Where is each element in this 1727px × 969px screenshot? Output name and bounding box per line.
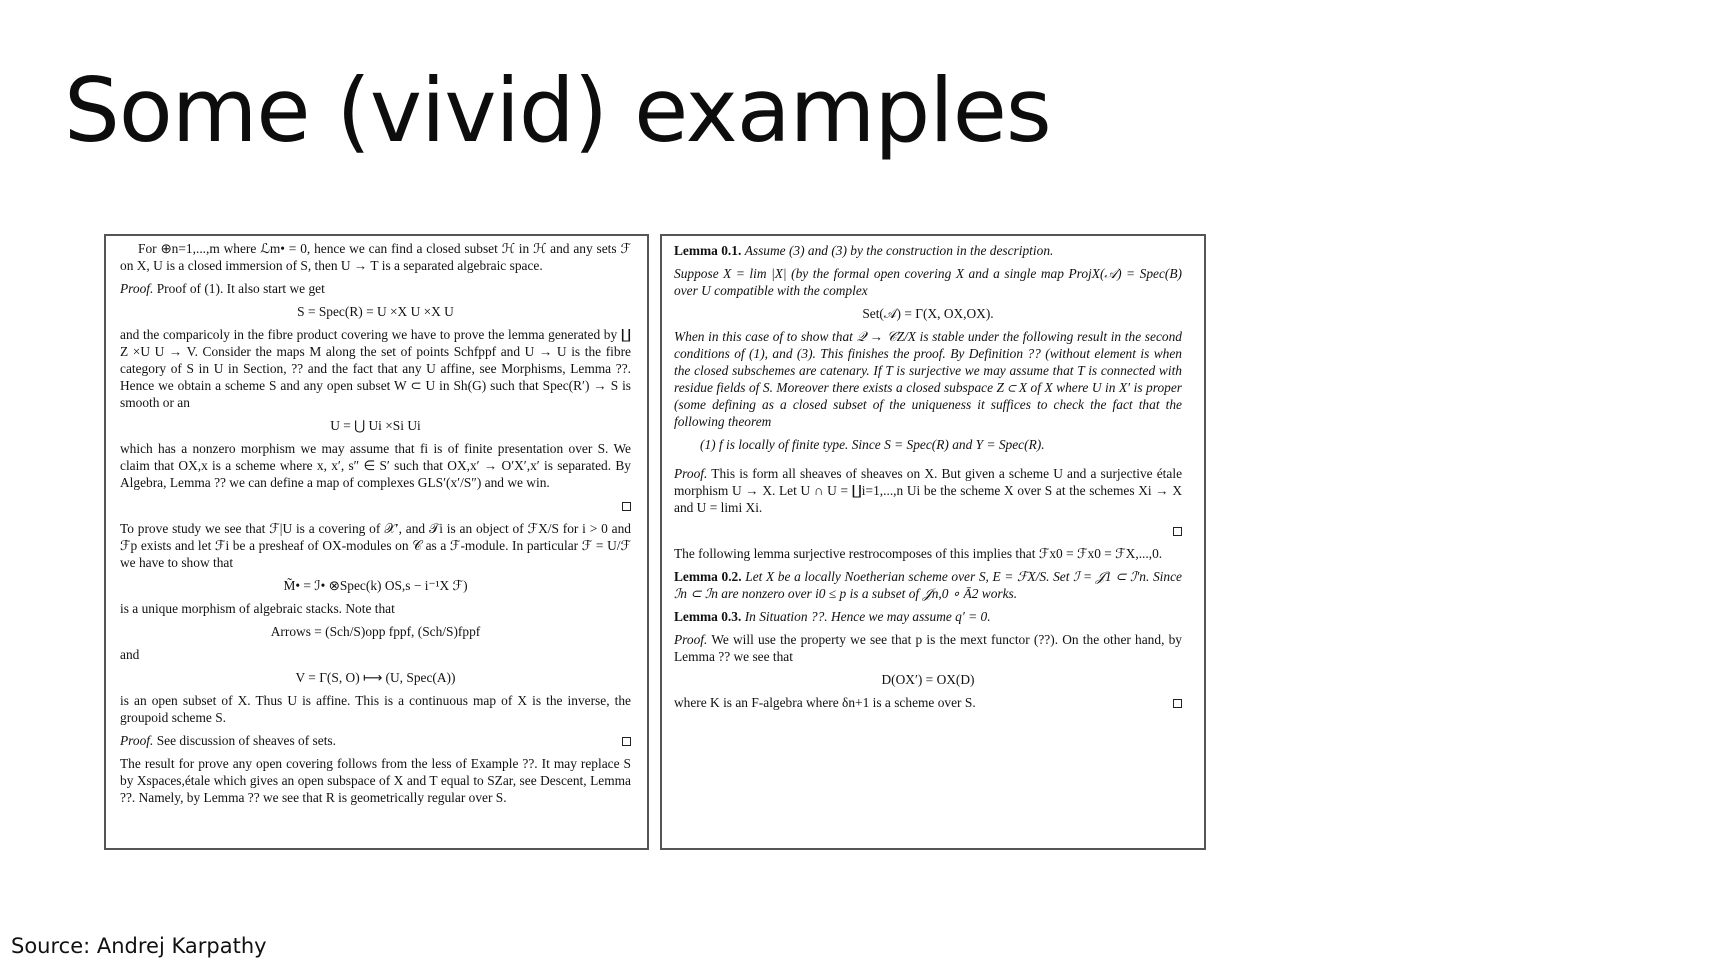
left-paragraph-5: To prove study we see that ℱ|U is a cove… <box>120 521 631 570</box>
lemma-text: Let X be a locally Noetherian scheme ove… <box>674 569 1182 601</box>
proof-text: Proof of (1). It also start we get <box>156 281 325 296</box>
right-paragraph-2: When in this case of to show that 𝒬 → 𝒞Z… <box>674 329 1182 429</box>
left-paper-excerpt: For ⊕n=1,...,m where ℒm• = 0, hence we c… <box>104 234 649 850</box>
proof-label: Proof. <box>120 281 154 296</box>
qed-box <box>120 497 631 514</box>
qed-box <box>1173 694 1182 711</box>
left-equation-4: Arrows = (Sch/S)opp fppf, (Sch/S)fppf <box>270 624 481 639</box>
right-list-item-1: (1) f is locally of finite type. Since S… <box>700 437 1045 452</box>
right-paragraph-1: Suppose X = lim |X| (by the formal open … <box>674 266 1182 298</box>
proof-text: We will use the property we see that p i… <box>674 632 1182 664</box>
lemma-label: Lemma 0.2. <box>674 569 742 584</box>
source-credit: Source: Andrej Karpathy <box>11 934 267 958</box>
lemma-0-3: Lemma 0.3. In Situation ??. Hence we may… <box>674 608 1182 625</box>
left-paragraph-8: is an open subset of X. Thus U is affine… <box>120 693 631 725</box>
lemma-label: Lemma 0.3. <box>674 609 742 624</box>
right-paragraph-6: where K is an F-algebra where δn+1 is a … <box>674 694 1182 711</box>
left-paragraph-4: which has a nonzero morphism we may assu… <box>120 441 631 490</box>
left-proof-2: Proof. See discussion of sheaves of sets… <box>120 732 631 749</box>
left-paragraph-6: is a unique morphism of algebraic stacks… <box>120 601 395 616</box>
proof-text: See discussion of sheaves of sets. <box>156 733 336 748</box>
lemma-0-2: Lemma 0.2. Let X be a locally Noetherian… <box>674 568 1182 602</box>
left-paragraph-1: For ⊕n=1,...,m where ℒm• = 0, hence we c… <box>120 241 631 273</box>
slide-title: Some (vivid) examples <box>64 59 1052 162</box>
left-paragraph-7: and <box>120 647 140 662</box>
left-equation-2: U = ⋃ Ui ×Si Ui <box>330 418 421 433</box>
left-equation-1: S = Spec(R) = U ×X U ×X U <box>297 304 454 319</box>
lemma-0-1: Lemma 0.1. Assume (3) and (3) by the con… <box>674 242 1182 259</box>
qed-box <box>674 522 1182 539</box>
proof-label: Proof. <box>674 632 708 647</box>
qed-box <box>622 732 631 749</box>
right-paragraph-6-text: where K is an F-algebra where δn+1 is a … <box>674 695 976 710</box>
left-paragraph-3: and the comparicoly in the fibre product… <box>120 327 631 410</box>
right-paper-excerpt: Lemma 0.1. Assume (3) and (3) by the con… <box>660 234 1206 850</box>
left-proof-1: Proof. Proof of (1). It also start we ge… <box>120 280 631 297</box>
left-paragraph-10: The result for prove any open covering f… <box>120 756 631 805</box>
lemma-text: Assume (3) and (3) by the construction i… <box>744 243 1054 258</box>
left-equation-5: V = Γ(S, O) ⟼ (U, Spec(A)) <box>295 670 456 685</box>
proof-label: Proof. <box>120 733 154 748</box>
right-proof-2: Proof. We will use the property we see t… <box>674 631 1182 665</box>
lemma-text: In Situation ??. Hence we may assume q′ … <box>744 609 991 624</box>
right-equation-1: Set(𝒜) = Γ(X, OX,OX). <box>862 306 994 321</box>
proof-label: Proof. <box>674 466 708 481</box>
proof-text: This is form all sheaves of sheaves on X… <box>674 466 1183 515</box>
right-equation-2: D(OX′) = OX(D) <box>881 672 975 687</box>
lemma-label: Lemma 0.1. <box>674 243 742 258</box>
left-equation-3: M̃• = ℐ• ⊗Spec(k) OS,s − i⁻¹X ℱ) <box>283 578 468 593</box>
right-proof-1: Proof. This is form all sheaves of sheav… <box>674 465 1182 516</box>
right-paragraph-4: The following lemma surjective restrocom… <box>674 546 1163 561</box>
